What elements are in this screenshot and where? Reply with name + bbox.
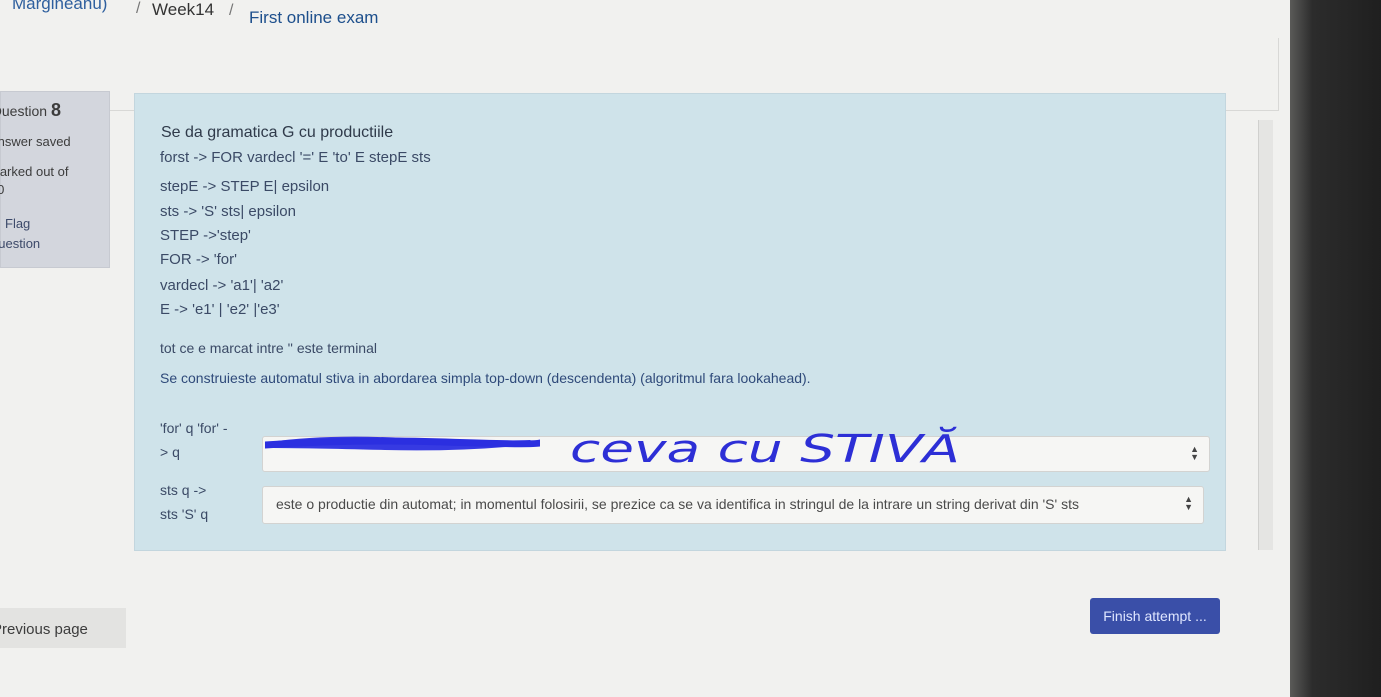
question-marks: Marked out of 0.50	[0, 164, 69, 197]
breadcrumb-course-link[interactable]: Margineanu)	[12, 0, 107, 14]
question-number: Question 8	[0, 100, 61, 120]
answer-label: 'for' q 'for' - > q	[160, 420, 228, 460]
breadcrumb-separator: /	[136, 0, 141, 17]
content-scroll-edge	[1258, 120, 1273, 550]
breadcrumb-week-link[interactable]: Week14	[152, 0, 214, 20]
answer-select[interactable]: este o productie din automat; in momentu…	[262, 486, 1204, 524]
finish-attempt-button[interactable]: Finish attempt ...	[1090, 598, 1220, 634]
question-formulation: Se da gramatica G cu productiile forst -…	[134, 93, 1226, 551]
select-arrows-icon: ▲ ▼	[1190, 444, 1199, 462]
production-line: sts -> 'S' sts| epsilon	[160, 203, 296, 220]
production-line: STEP ->'step'	[160, 227, 251, 244]
monitor-bezel	[1290, 0, 1381, 697]
answer-label: sts q -> sts 'S' q	[160, 482, 209, 522]
breadcrumb-separator: /	[229, 2, 234, 19]
question-note: tot ce e marcat intre '' este terminal	[160, 340, 377, 356]
question-intro: Se da gramatica G cu productiile	[161, 124, 394, 141]
svg-text:ceva cu STIVĂ: ceva cu STIVĂ	[570, 427, 960, 471]
question-info-panel: Question 8 Answer saved Marked out of 0.…	[0, 91, 110, 268]
production-line: E -> 'e1' | 'e2' |'e3'	[160, 301, 280, 318]
select-arrows-icon: ▲ ▼	[1184, 494, 1193, 512]
ink-redaction-scribble	[265, 436, 540, 451]
breadcrumb-quiz-link[interactable]: First online exam	[249, 8, 378, 28]
production-line: stepE -> STEP E| epsilon	[160, 178, 330, 195]
browser-screen: Margineanu) / Week14 / First online exam…	[0, 0, 1300, 697]
production-line: vardecl -> 'a1'| 'a2'	[160, 277, 284, 294]
question-state: Answer saved	[0, 134, 71, 149]
breadcrumb: Margineanu) / Week14 / First online exam	[0, 0, 1280, 40]
production-line: forst -> FOR vardecl '=' E 'to' E stepE …	[160, 149, 431, 166]
handwritten-note: ceva cu STIVĂ	[570, 427, 960, 471]
flag-question-link[interactable]: Flag question	[0, 214, 40, 254]
question-task: Se construieste automatul stiva in abord…	[160, 370, 811, 386]
selected-option: este o productie din automat; in momentu…	[276, 496, 1079, 512]
previous-page-button[interactable]: Previous page	[0, 608, 126, 648]
production-line: FOR -> 'for'	[160, 251, 237, 268]
